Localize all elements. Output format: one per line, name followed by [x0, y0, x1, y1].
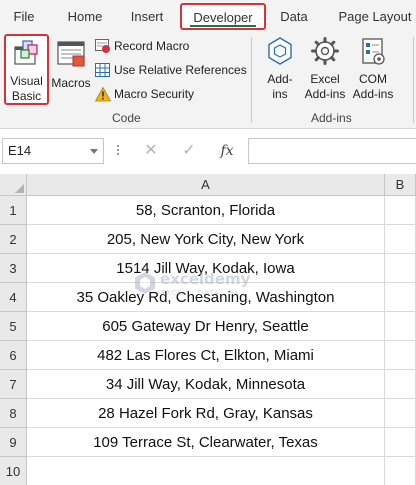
- macro-security-button[interactable]: Macro Security: [94, 84, 205, 108]
- spreadsheet-grid: A B 1 58, Scranton, Florida 2 205, New Y…: [0, 174, 416, 485]
- check-icon[interactable]: ✓: [178, 140, 200, 162]
- cell-a8[interactable]: 28 Hazel Fork Rd, Gray, Kansas: [27, 399, 385, 428]
- com-add-ins-label-2: Add-ins: [352, 87, 394, 101]
- group-divider: [413, 37, 414, 123]
- cell-b8[interactable]: [385, 399, 416, 428]
- row-header[interactable]: 2: [0, 225, 27, 254]
- cell-a1[interactable]: 58, Scranton, Florida: [27, 196, 385, 225]
- visual-basic-label-2: Basic: [11, 89, 42, 103]
- macro-security-label: Macro Security: [114, 87, 195, 101]
- formula-bar-buttons: ✕ ✓ fx: [132, 138, 244, 164]
- record-macro-button[interactable]: Record Macro: [95, 36, 215, 58]
- tab-developer[interactable]: Developer: [180, 3, 266, 30]
- cell-a10[interactable]: [27, 457, 385, 485]
- com-add-ins-icon: [349, 36, 397, 70]
- cell-b1[interactable]: [385, 196, 416, 225]
- name-box-value: E14: [8, 143, 32, 158]
- add-ins-label-2: ins: [272, 87, 288, 101]
- gear-icon: [302, 36, 348, 70]
- row-header[interactable]: 10: [0, 457, 27, 485]
- cell-a2[interactable]: 205, New York City, New York: [27, 225, 385, 254]
- tab-insert[interactable]: Insert: [122, 0, 172, 33]
- formula-input[interactable]: [248, 138, 416, 164]
- chevron-down-icon[interactable]: [90, 149, 98, 154]
- add-ins-button[interactable]: Add- ins: [256, 36, 304, 104]
- macros-button[interactable]: Macros: [50, 36, 92, 104]
- use-relative-references-label: Use Relative References: [114, 63, 247, 77]
- cell-b2[interactable]: [385, 225, 416, 254]
- cell-a5[interactable]: 605 Gateway Dr Henry, Seattle: [27, 312, 385, 341]
- tab-page-layout[interactable]: Page Layout: [330, 0, 416, 33]
- com-add-ins-label-1: COM: [359, 72, 387, 86]
- add-ins-icon: [256, 36, 304, 70]
- formula-bar-grip[interactable]: [117, 143, 121, 159]
- visual-basic-button[interactable]: Visual Basic: [4, 34, 49, 105]
- group-divider: [251, 37, 252, 123]
- name-box[interactable]: E14: [2, 138, 104, 164]
- visual-basic-icon: [6, 38, 47, 72]
- cell-b9[interactable]: [385, 428, 416, 457]
- excel-add-ins-label-2: Add-ins: [304, 87, 346, 101]
- warning-icon: [94, 86, 112, 108]
- com-add-ins-button[interactable]: COM Add-ins: [349, 36, 397, 104]
- cell-a9[interactable]: 109 Terrace St, Clearwater, Texas: [27, 428, 385, 457]
- excel-add-ins-label-1: Excel: [310, 72, 340, 86]
- cell-a7[interactable]: 34 Jill Way, Kodak, Minnesota: [27, 370, 385, 399]
- cell-a3[interactable]: 1514 Jill Way, Kodak, Iowa: [27, 254, 385, 283]
- cell-b10[interactable]: [385, 457, 416, 485]
- ribbon: Visual Basic Macros Record Macro Use Rel…: [0, 33, 416, 129]
- visual-basic-label-1: Visual: [10, 74, 43, 88]
- use-relative-references-button[interactable]: Use Relative References: [95, 60, 247, 84]
- column-header-b[interactable]: B: [385, 174, 416, 196]
- relative-references-icon: [95, 63, 111, 84]
- insert-function-icon[interactable]: fx: [216, 140, 238, 162]
- cell-b3[interactable]: [385, 254, 416, 283]
- record-macro-icon: [95, 39, 111, 60]
- cell-b5[interactable]: [385, 312, 416, 341]
- row-header[interactable]: 7: [0, 370, 27, 399]
- tab-home[interactable]: Home: [58, 0, 112, 33]
- cancel-icon[interactable]: ✕: [140, 140, 162, 162]
- cell-b4[interactable]: [385, 283, 416, 312]
- cell-a4[interactable]: 35 Oakley Rd, Chesaning, Washington: [27, 283, 385, 312]
- select-all-button[interactable]: [0, 174, 27, 196]
- formula-bar: E14 ✕ ✓ fx: [0, 129, 416, 174]
- row-header[interactable]: 8: [0, 399, 27, 428]
- add-ins-group-label: Add-ins: [311, 111, 352, 125]
- macros-icon: [50, 38, 92, 74]
- tab-data[interactable]: Data: [272, 0, 316, 33]
- code-group-label: Code: [112, 111, 141, 125]
- row-header[interactable]: 6: [0, 341, 27, 370]
- row-header[interactable]: 9: [0, 428, 27, 457]
- excel-add-ins-button[interactable]: Excel Add-ins: [302, 36, 348, 104]
- cell-a6[interactable]: 482 Las Flores Ct, Elkton, Miami: [27, 341, 385, 370]
- row-header[interactable]: 1: [0, 196, 27, 225]
- macros-label: Macros: [51, 76, 91, 90]
- column-header-a[interactable]: A: [27, 174, 385, 196]
- cell-b6[interactable]: [385, 341, 416, 370]
- tab-file[interactable]: File: [2, 0, 46, 33]
- row-header[interactable]: 4: [0, 283, 27, 312]
- row-header[interactable]: 5: [0, 312, 27, 341]
- row-header[interactable]: 3: [0, 254, 27, 283]
- ribbon-tab-bar: File Home Insert Developer Data Page Lay…: [0, 0, 416, 33]
- add-ins-label-1: Add-: [267, 72, 293, 86]
- record-macro-label: Record Macro: [114, 39, 190, 53]
- cell-b7[interactable]: [385, 370, 416, 399]
